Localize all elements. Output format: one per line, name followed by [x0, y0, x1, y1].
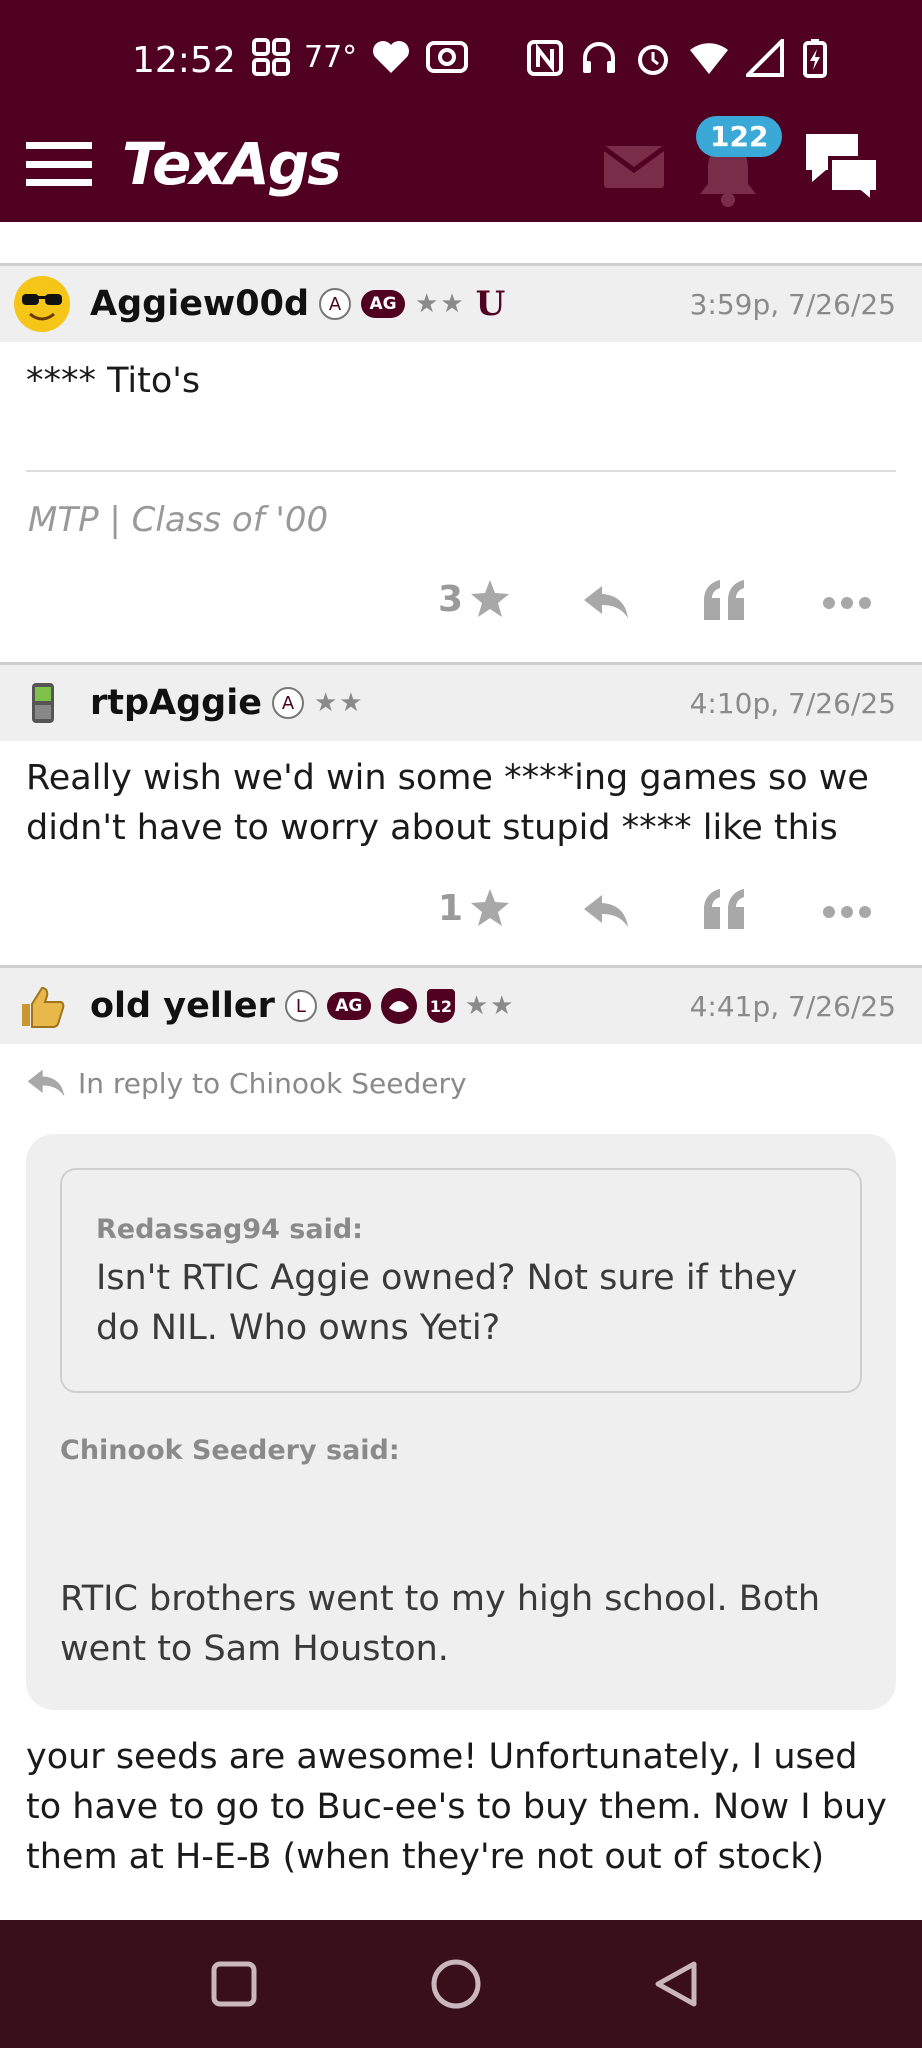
- username[interactable]: rtpAggie: [90, 683, 262, 723]
- chat-icon[interactable]: [800, 128, 884, 206]
- badge-l: L: [284, 990, 317, 1022]
- star-count: 1: [438, 887, 464, 929]
- badge-ag: AG: [361, 290, 406, 318]
- app-logo[interactable]: TexAgs: [122, 130, 342, 198]
- badge-a: A: [271, 687, 304, 719]
- avatar[interactable]: [14, 675, 70, 731]
- quote-icon[interactable]: [702, 578, 746, 622]
- quote-block: Redassag94 said: Isn't RTIC Aggie owned?…: [26, 1134, 896, 1710]
- badge-12: 12: [426, 989, 455, 1023]
- quote-icon[interactable]: [702, 887, 746, 931]
- status-time: 12:52: [132, 40, 236, 81]
- home-icon[interactable]: [430, 1958, 482, 2010]
- phone-icon: [32, 683, 54, 723]
- quote-author: Chinook Seedery said:: [60, 1435, 400, 1466]
- previous-post-footer: [0, 222, 922, 266]
- post: rtpAggie A ★★ 4:10p, 7/26/25 Really wish…: [0, 665, 922, 968]
- avatar[interactable]: [14, 276, 70, 332]
- more-icon[interactable]: [822, 596, 872, 610]
- post-timestamp: 4:10p, 7/26/25: [689, 687, 896, 720]
- star-icon: [471, 889, 510, 926]
- app-header: TexAgs 122: [0, 116, 922, 222]
- nested-quote: Redassag94 said: Isn't RTIC Aggie owned?…: [60, 1168, 862, 1393]
- badge-stars: ★★: [464, 991, 516, 1021]
- wifi-icon: [690, 43, 728, 74]
- quote-text: RTIC brothers went to my high school. Bo…: [60, 1579, 821, 1669]
- reply-icon[interactable]: [582, 891, 630, 931]
- quote-text: Isn't RTIC Aggie owned? Not sure if they…: [96, 1258, 798, 1348]
- badge-a: A: [319, 288, 352, 320]
- back-icon[interactable]: [650, 1958, 702, 2010]
- reply-to-text: In reply to Chinook Seedery: [78, 1066, 467, 1100]
- post-header: old yeller L AG 12 ★★ 4:41p, 7/26/25: [0, 968, 922, 1044]
- seal-badge-icon: [380, 988, 417, 1024]
- quote-author: Redassag94 said:: [96, 1214, 363, 1245]
- reply-to-link[interactable]: In reply to Chinook Seedery: [0, 1044, 922, 1100]
- post-actions: [0, 1882, 922, 1920]
- post-timestamp: 3:59p, 7/26/25: [689, 288, 896, 321]
- post-body: Really wish we'd win some ****ing games …: [26, 758, 869, 848]
- post-body: **** Tito's: [26, 361, 201, 401]
- username[interactable]: Aggiew00d: [90, 284, 309, 324]
- post-body: your seeds are awesome! Unfortunately, I…: [26, 1737, 887, 1877]
- alarm-icon: [638, 45, 668, 75]
- system-nav-bar: [0, 1920, 922, 2048]
- radio-icon: [426, 41, 469, 73]
- badge-stars: ★★: [415, 289, 466, 319]
- signal-icon: [746, 39, 784, 77]
- recents-icon[interactable]: [210, 1960, 258, 2008]
- more-icon[interactable]: [822, 905, 872, 919]
- star-icon: [471, 580, 510, 617]
- post-actions: 3: [0, 540, 922, 652]
- badge-ag: AG: [326, 992, 371, 1020]
- headphones-icon: [583, 42, 615, 73]
- avatar[interactable]: [14, 978, 70, 1034]
- badge-u: U: [475, 284, 506, 324]
- heart-icon: [373, 41, 410, 73]
- post-header: rtpAggie A ★★ 4:10p, 7/26/25: [0, 665, 922, 741]
- battery-icon: [803, 39, 827, 78]
- reply-icon: [27, 1069, 65, 1097]
- post: old yeller L AG 12 ★★ 4:41p, 7/26/25 In …: [0, 968, 922, 1920]
- thread-list: Aggiew00d A AG ★★ U 3:59p, 7/26/25 **** …: [0, 222, 922, 1920]
- star-button[interactable]: 3: [438, 578, 511, 620]
- star-button[interactable]: 1: [438, 887, 511, 929]
- status-icons-left: 77°: [252, 38, 469, 76]
- status-bar: 12:52 77°: [0, 0, 922, 124]
- hamburger-icon[interactable]: [26, 136, 92, 192]
- reply-icon[interactable]: [582, 582, 630, 622]
- grid-icon: [252, 38, 290, 76]
- thumbs-up-icon: [22, 986, 65, 1028]
- star-count: 3: [438, 578, 464, 620]
- post-signature: MTP | Class of '00: [28, 500, 329, 540]
- nfc-icon: [527, 40, 563, 76]
- badge-stars: ★★: [313, 688, 365, 718]
- post-header: Aggiew00d A AG ★★ U 3:59p, 7/26/25: [0, 266, 922, 342]
- status-temperature: 77°: [304, 39, 358, 75]
- post-timestamp: 4:41p, 7/26/25: [689, 990, 896, 1023]
- sunglasses-face-icon: [15, 277, 69, 331]
- username[interactable]: old yeller: [90, 986, 275, 1026]
- post: Aggiew00d A AG ★★ U 3:59p, 7/26/25 **** …: [0, 266, 922, 665]
- notification-badge[interactable]: 122: [696, 116, 783, 157]
- status-icons-right: [526, 38, 828, 78]
- post-actions: 1: [0, 853, 922, 965]
- mail-icon[interactable]: [602, 144, 666, 190]
